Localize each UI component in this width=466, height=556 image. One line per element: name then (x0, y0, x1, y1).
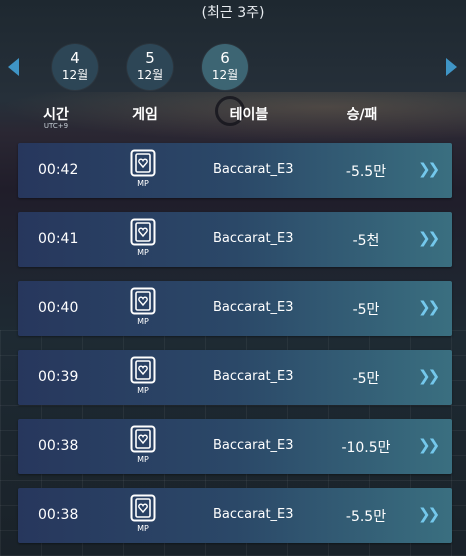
row-result: -5만 (352, 371, 380, 387)
row-game-label: MP (137, 179, 149, 188)
card-heart-icon (130, 425, 156, 453)
history-row[interactable]: 00:38 MP Baccarat_E3 -10.5만 ❯❯ (18, 419, 452, 474)
row-game-label: MP (137, 317, 149, 326)
row-time: 00:40 (38, 300, 79, 316)
column-header-table: 테이블 (229, 107, 269, 123)
column-header-game: 게임 (132, 107, 158, 123)
card-heart-icon (130, 494, 156, 522)
card-heart-icon (130, 218, 156, 246)
date-button-4[interactable]: 4 12월 (52, 44, 98, 90)
row-game-label: MP (137, 455, 149, 464)
row-table-name: Baccarat_E3 (213, 162, 294, 177)
history-row[interactable]: 00:42 MP Baccarat_E3 -5.5만 ❯❯ (18, 143, 452, 198)
row-table-name: Baccarat_E3 (213, 369, 294, 384)
row-result: -5.5만 (345, 164, 387, 180)
column-header-result: 승/패 (346, 107, 378, 123)
row-result: -5천 (352, 233, 380, 249)
row-table-name: Baccarat_E3 (213, 231, 294, 246)
date-button-5[interactable]: 5 12월 (127, 44, 173, 90)
row-time: 00:41 (38, 231, 79, 247)
history-row[interactable]: 00:41 MP Baccarat_E3 -5천 ❯❯ (18, 212, 452, 267)
date-month: 12월 (61, 68, 89, 82)
history-row[interactable]: 00:39 MP Baccarat_E3 -5만 ❯❯ (18, 350, 452, 405)
row-time: 00:38 (38, 507, 79, 523)
double-chevron-right-icon[interactable]: ❯❯ (418, 505, 440, 523)
row-game-label: MP (137, 524, 149, 533)
history-row[interactable]: 00:40 MP Baccarat_E3 -5만 ❯❯ (18, 281, 452, 336)
previous-dates-arrow-icon[interactable] (8, 58, 19, 76)
column-header-timezone: UTC+9 (43, 122, 69, 130)
row-game-label: MP (137, 248, 149, 257)
row-time: 00:39 (38, 369, 79, 385)
double-chevron-right-icon[interactable]: ❯❯ (418, 229, 440, 247)
date-month: 12월 (136, 68, 164, 82)
card-heart-icon (130, 149, 156, 177)
double-chevron-right-icon[interactable]: ❯❯ (418, 436, 440, 454)
row-table-name: Baccarat_E3 (213, 438, 294, 453)
row-result: -10.5만 (341, 440, 391, 456)
double-chevron-right-icon[interactable]: ❯❯ (418, 367, 440, 385)
card-heart-icon (130, 287, 156, 315)
row-result: -5.5만 (345, 509, 387, 525)
date-day: 4 (70, 49, 80, 67)
row-game-label: MP (137, 386, 149, 395)
date-day: 5 (145, 49, 155, 67)
history-row[interactable]: 00:38 MP Baccarat_E3 -5.5만 ❯❯ (18, 488, 452, 543)
row-time: 00:42 (38, 162, 79, 178)
date-month: 12월 (211, 68, 239, 82)
row-time: 00:38 (38, 438, 79, 454)
row-table-name: Baccarat_E3 (213, 300, 294, 315)
next-dates-arrow-icon[interactable] (446, 58, 457, 76)
date-day: 6 (220, 49, 230, 67)
column-header-time: 시간 (43, 107, 69, 123)
row-table-name: Baccarat_E3 (213, 507, 294, 522)
card-heart-icon (130, 356, 156, 384)
double-chevron-right-icon[interactable]: ❯❯ (418, 298, 440, 316)
double-chevron-right-icon[interactable]: ❯❯ (418, 160, 440, 178)
date-button-6-selected[interactable]: 6 12월 (202, 44, 248, 90)
row-result: -5만 (352, 302, 380, 318)
page-title: (최근 3주) (201, 5, 265, 21)
